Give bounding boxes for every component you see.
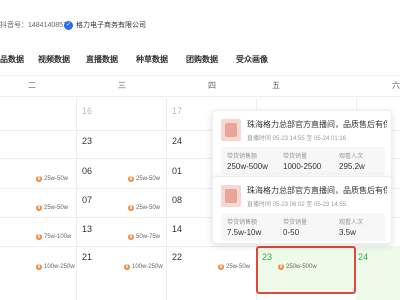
live-time: 直播时间 05-23 14:55 至 05-24 01:16 — [247, 136, 347, 142]
sales-range-pill: ¥50w-75w — [128, 234, 160, 240]
day-number[interactable]: 08 — [172, 195, 182, 205]
tab-video-data[interactable]: 视频数据 — [38, 54, 70, 65]
day-number[interactable]: 24 — [358, 252, 368, 262]
sales-range-pill: ¥75w-100w — [36, 234, 71, 240]
sales-range: 25w-50w — [136, 205, 161, 211]
sales-range-pill: ¥25w-50w — [128, 176, 160, 182]
sales-range: 25w-50w — [136, 176, 161, 182]
verified-check-icon: ✓ — [64, 20, 73, 30]
stat-value: 250w-500w — [227, 162, 268, 171]
weekday-thu: 四 — [208, 81, 216, 90]
sales-range: 25w-50w — [44, 176, 69, 182]
weekday-fri: 五 — [272, 81, 280, 90]
stat-sales-amount: 带货销售额 250w-500w — [227, 151, 268, 171]
sales-range: 100w-250w — [132, 264, 163, 270]
stat-views: 观看人次 3.5w — [339, 217, 363, 237]
live-session-card[interactable]: 珠海格力总部官方直播间，品质售后有保障， 直播时间 05-23 06:02 至 … — [212, 176, 392, 244]
live-stats: 带货销售额 250w-500w 带货销量 1000-2500 观看人次 295.… — [221, 147, 385, 175]
sales-range-pill: ¥25w-50w — [128, 205, 160, 211]
coin-icon: ¥ — [128, 234, 134, 240]
coin-icon: ¥ — [36, 176, 42, 182]
sales-range-pill: ¥25w-50w — [36, 205, 68, 211]
grid-line — [0, 96, 400, 97]
stat-label: 观看人次 — [339, 220, 364, 226]
stat-value: 0-50 — [283, 228, 300, 237]
stat-value: 7.5w-10w — [227, 228, 262, 237]
tab-group-buy-data[interactable]: 团购数据 — [186, 54, 218, 65]
coin-icon: ¥ — [36, 264, 42, 270]
stat-views: 观看人次 295.2w — [339, 151, 365, 171]
data-tabs: 品数据 视频数据 直播数据 种草数据 团购数据 受众画像 — [0, 48, 400, 76]
coin-icon: ¥ — [124, 264, 130, 270]
sales-range-pill: ¥25w-50w — [36, 176, 68, 182]
day-number[interactable]: 06 — [82, 166, 92, 176]
sales-range-pill: ¥100w-250w — [124, 264, 163, 270]
account-id: 抖音号：1484140851 — [0, 22, 67, 29]
account-bar: 抖音号：1484140851 ✓ 格力电子商务有限公司 — [0, 0, 400, 40]
stat-value: 1000-2500 — [283, 162, 322, 171]
weekday-sat: 六 — [392, 81, 400, 90]
sales-range: 75w-100w — [44, 234, 72, 240]
day-number[interactable]: 22 — [172, 252, 182, 262]
coin-icon: ¥ — [36, 205, 42, 211]
weekday-wed: 三 — [118, 81, 126, 90]
stat-sales-volume: 带货销量 0-50 — [283, 217, 307, 237]
live-title: 珠海格力总部官方直播间，品质售后有保障， — [247, 186, 387, 195]
day-number[interactable]: 17 — [172, 106, 182, 116]
day-number[interactable]: 07 — [82, 195, 92, 205]
live-thumbnail — [221, 185, 241, 207]
live-session-card[interactable]: 珠海格力总部官方直播间，品质售后有保障， 直播时间 05-23 14:55 至 … — [212, 110, 392, 180]
stat-value: 295.2w — [339, 162, 365, 171]
sales-range-pill: ¥100w-250w — [36, 264, 75, 270]
tab-grass-data[interactable]: 种草数据 — [136, 54, 168, 65]
live-stats: 带货销售额 7.5w-10w 带货销量 0-50 观看人次 3.5w — [221, 213, 385, 241]
stat-sales-amount: 带货销售额 7.5w-10w — [227, 217, 261, 237]
day-number[interactable]: 14 — [172, 224, 182, 234]
sales-range-pill: ¥250w-500w — [278, 264, 317, 270]
sales-range-pill: ¥25w-50w — [218, 264, 250, 270]
stat-label: 带货销量 — [283, 220, 308, 226]
sales-range: 100w-250w — [44, 264, 75, 270]
day-number[interactable]: 24 — [172, 136, 182, 146]
grid-line — [76, 98, 77, 300]
stat-label: 带货销售额 — [227, 154, 258, 160]
weekday-tue: 二 — [28, 81, 36, 90]
stat-value: 3.5w — [339, 228, 356, 237]
sales-range: 250w-500w — [286, 264, 317, 270]
stat-label: 带货销量 — [283, 154, 308, 160]
day-number[interactable]: 13 — [82, 224, 92, 234]
sales-range: 25w-50w — [226, 264, 251, 270]
coin-icon: ¥ — [128, 205, 134, 211]
stat-label: 带货销售额 — [227, 220, 258, 226]
sales-range: 25w-50w — [44, 205, 69, 211]
coin-icon: ¥ — [128, 176, 134, 182]
live-thumbnail — [221, 119, 241, 141]
coin-icon: ¥ — [36, 234, 42, 240]
live-time: 直播时间 05-23 06:02 至 05-23 14:55 — [247, 202, 347, 208]
day-number[interactable]: 21 — [82, 252, 92, 262]
day-number[interactable]: 23 — [262, 252, 272, 262]
sales-range: 50w-75w — [136, 234, 161, 240]
tab-live-data[interactable]: 直播数据 — [86, 54, 118, 65]
company-verified: ✓ 格力电子商务有限公司 — [64, 18, 146, 32]
day-number[interactable]: 01 — [172, 166, 182, 176]
live-title: 珠海格力总部官方直播间，品质售后有保障， — [247, 120, 387, 129]
tab-goods-data[interactable]: 品数据 — [0, 54, 24, 65]
coin-icon: ¥ — [218, 264, 224, 270]
stat-sales-volume: 带货销量 1000-2500 — [283, 151, 321, 171]
grid-line — [166, 98, 167, 300]
tab-audience-profile[interactable]: 受众画像 — [236, 54, 268, 65]
coin-icon: ¥ — [278, 264, 284, 270]
stat-label: 观看人次 — [339, 154, 364, 160]
day-number[interactable]: 16 — [82, 106, 92, 116]
day-number[interactable]: 23 — [82, 136, 92, 146]
company-name: 格力电子商务有限公司 — [76, 22, 146, 29]
